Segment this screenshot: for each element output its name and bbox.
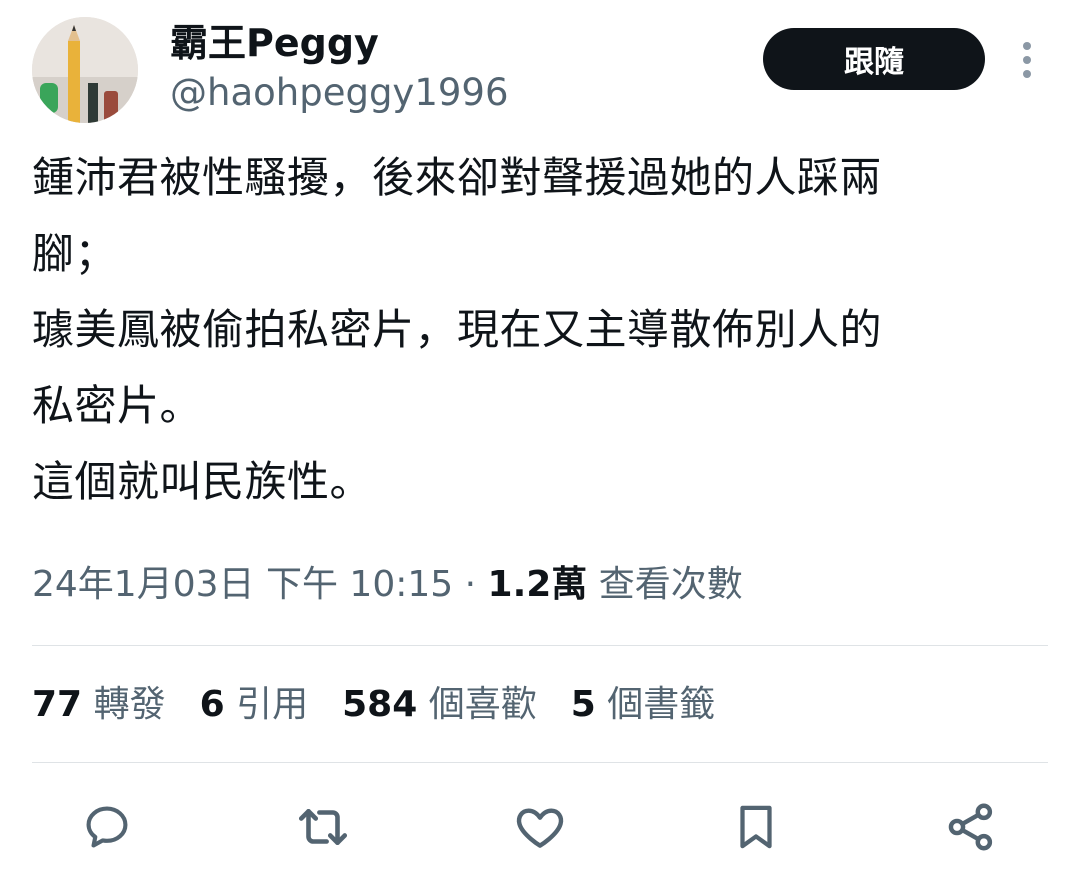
bookmarks-count: 5 [570, 684, 596, 725]
tweet-line: 腳； [32, 229, 118, 278]
tweet-text: 鍾沛君被性騷擾，後來卻對聲援過她的人踩兩 腳； 璩美鳳被偷拍私密片，現在又主導散… [32, 140, 1048, 520]
more-vertical-icon [1023, 42, 1031, 78]
engagement-stats: 77 轉發 6 引用 584 個喜歡 5 個書籤 [32, 680, 715, 730]
like-button[interactable] [511, 798, 569, 856]
retweets-stat[interactable]: 77 轉發 [32, 680, 166, 730]
retweet-button[interactable] [294, 798, 352, 856]
bookmark-icon [740, 805, 772, 849]
share-icon [948, 803, 993, 851]
views-label: 查看次數 [598, 564, 743, 605]
likes-stat[interactable]: 584 個喜歡 [342, 680, 537, 730]
likes-count: 584 [342, 684, 418, 725]
tweet-line: 璩美鳳被偷拍私密片，現在又主導散佈別人的 [32, 305, 883, 354]
divider [32, 645, 1048, 646]
quotes-count: 6 [199, 684, 225, 725]
reply-icon [86, 806, 128, 848]
more-button[interactable] [1012, 38, 1042, 82]
divider [32, 762, 1048, 763]
tweet-line: 這個就叫民族性。 [32, 457, 373, 506]
tweet-meta: 24年1月03日 下午 10:15 · 1.2萬 查看次數 [32, 560, 743, 610]
tweet-line: 鍾沛君被性騷擾，後來卻對聲援過她的人踩兩 [32, 153, 883, 202]
quotes-stat[interactable]: 6 引用 [200, 680, 309, 730]
follow-button[interactable]: 跟隨 [763, 28, 985, 90]
retweets-label: 轉發 [93, 684, 166, 725]
bookmarks-stat[interactable]: 5 個書籤 [571, 680, 716, 730]
quotes-label: 引用 [236, 684, 309, 725]
user-handle[interactable]: @haohpeggy1996 [170, 68, 509, 118]
likes-label: 個喜歡 [428, 684, 537, 725]
retweet-icon [298, 808, 348, 846]
avatar[interactable] [32, 17, 138, 123]
bookmarks-label: 個書籤 [607, 684, 716, 725]
tweet-line: 私密片。 [32, 381, 203, 430]
share-button[interactable] [942, 798, 1000, 856]
meta-separator: · [464, 564, 477, 605]
pencil-photo-avatar [32, 17, 138, 123]
display-name[interactable]: 霸王Peggy [170, 18, 379, 68]
views-count: 1.2萬 [487, 564, 588, 605]
retweets-count: 77 [32, 684, 83, 725]
reply-button[interactable] [78, 798, 136, 856]
timestamp[interactable]: 24年1月03日 下午 10:15 [32, 564, 453, 605]
like-icon [516, 808, 564, 848]
bookmark-button[interactable] [727, 798, 785, 856]
